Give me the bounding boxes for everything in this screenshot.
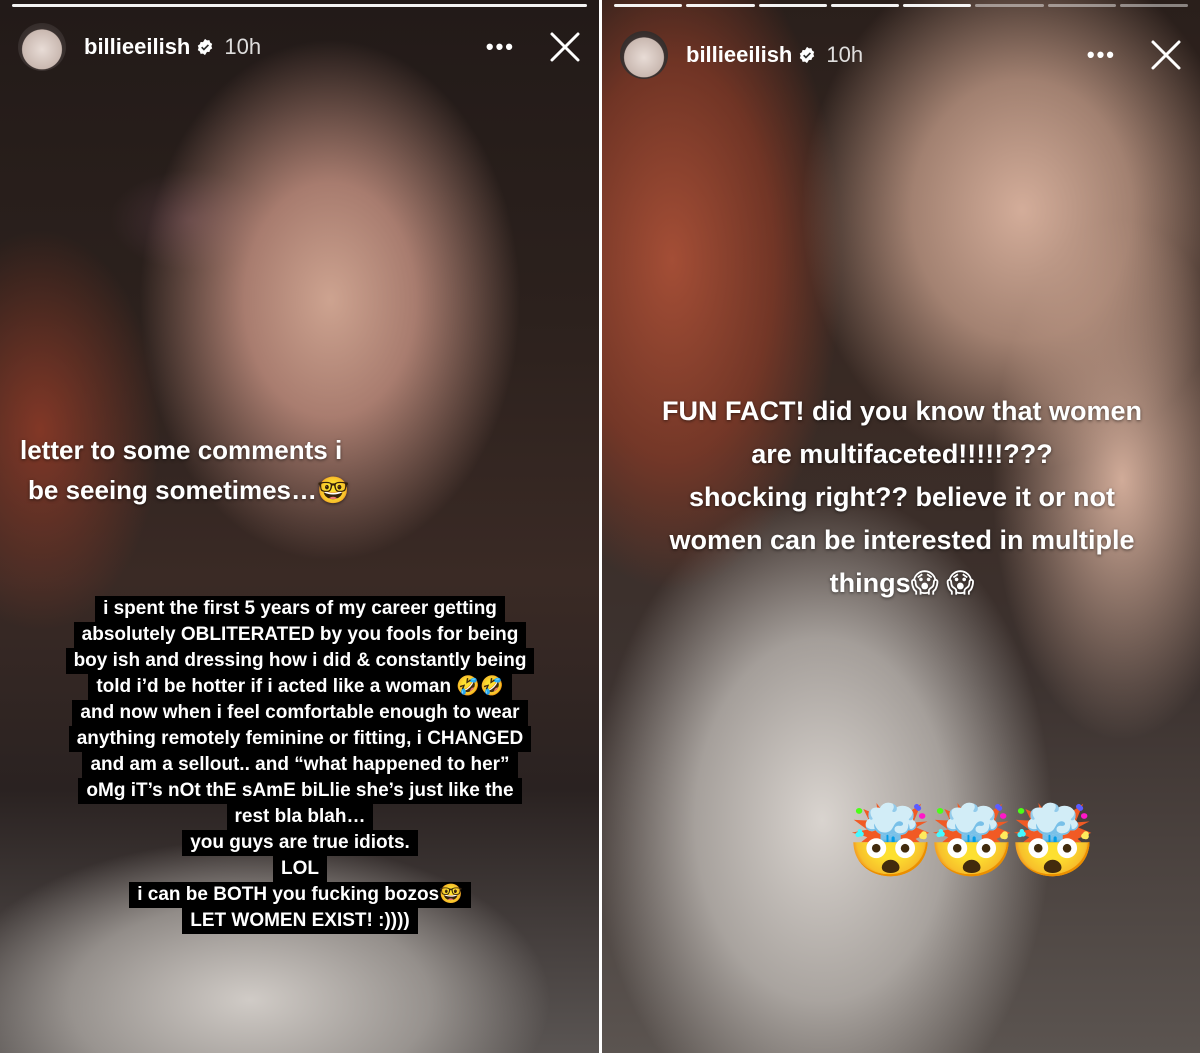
avatar[interactable]	[18, 23, 66, 71]
close-icon[interactable]	[1150, 39, 1182, 71]
story-header: billieeilish 10h •••	[18, 22, 581, 72]
story-left[interactable]: billieeilish 10h ••• letter to some comm…	[0, 0, 599, 1053]
boxed-text-line: and am a sellout.. and “what happened to…	[82, 752, 518, 778]
progress-segment	[830, 4, 899, 7]
close-icon[interactable]	[549, 31, 581, 63]
boxed-text-line: oMg iT’s nOt thE sAmE biLlie she’s just …	[78, 778, 522, 804]
boxed-text-line: i can be BOTH you fucking bozos🤓	[129, 882, 471, 908]
more-options-icon[interactable]: •••	[486, 34, 515, 60]
boxed-text-block: i spent the first 5 years of my career g…	[10, 596, 590, 934]
story-header: billieeilish 10h •••	[620, 30, 1182, 80]
more-options-icon[interactable]: •••	[1087, 42, 1116, 68]
verified-badge-icon	[198, 38, 213, 56]
boxed-text-line: rest bla blah…	[226, 804, 374, 830]
post-time: 10h	[224, 34, 262, 59]
caption-line: be seeing sometimes…🤓	[28, 475, 350, 505]
story-caption: letter to some comments i be seeing some…	[20, 430, 420, 510]
caption-line: things😱 😱	[829, 568, 975, 598]
boxed-text-line: and now when i feel comfortable enough t…	[72, 700, 528, 726]
progress-segment	[614, 4, 683, 7]
mind-blown-emoji-sticker[interactable]: 🤯🤯🤯	[847, 800, 1096, 883]
username[interactable]: billieeilish	[84, 34, 190, 60]
progress-bar	[614, 4, 1188, 7]
caption-line: letter to some comments i	[20, 435, 343, 465]
boxed-text-line: you guys are true idiots.	[182, 830, 418, 856]
story-right[interactable]: billieeilish 10h ••• FUN FACT! did you k…	[602, 0, 1200, 1053]
story-caption: FUN FACT! did you know that women are mu…	[612, 390, 1192, 605]
caption-line: FUN FACT! did you know that women	[662, 396, 1142, 426]
boxed-text-line: told i’d be hotter if i acted like a wom…	[88, 674, 512, 700]
caption-line: are multifaceted!!!!!???	[751, 439, 1053, 469]
progress-segment	[686, 4, 755, 7]
progress-segment	[975, 4, 1044, 7]
progress-segment	[1119, 4, 1188, 7]
progress-bar	[12, 4, 587, 7]
caption-line: women can be interested in multiple	[669, 525, 1135, 555]
progress-segment	[758, 4, 827, 7]
progress-segment	[903, 4, 972, 7]
progress-segment	[12, 4, 587, 7]
boxed-text-line: i spent the first 5 years of my career g…	[95, 596, 505, 622]
post-time: 10h	[826, 42, 864, 67]
boxed-text-line: LET WOMEN EXIST! :))))	[182, 908, 418, 934]
boxed-text-line: anything remotely feminine or fitting, i…	[68, 726, 532, 752]
username[interactable]: billieeilish	[686, 42, 792, 68]
boxed-text-line: LOL	[273, 856, 327, 882]
progress-segment	[1047, 4, 1116, 7]
avatar[interactable]	[620, 31, 668, 79]
verified-badge-icon	[800, 46, 815, 64]
boxed-text-line: boy ish and dressing how i did & constan…	[65, 648, 535, 674]
boxed-text-line: absolutely OBLITERATED by you fools for …	[73, 622, 527, 648]
caption-line: shocking right?? believe it or not	[688, 482, 1116, 512]
